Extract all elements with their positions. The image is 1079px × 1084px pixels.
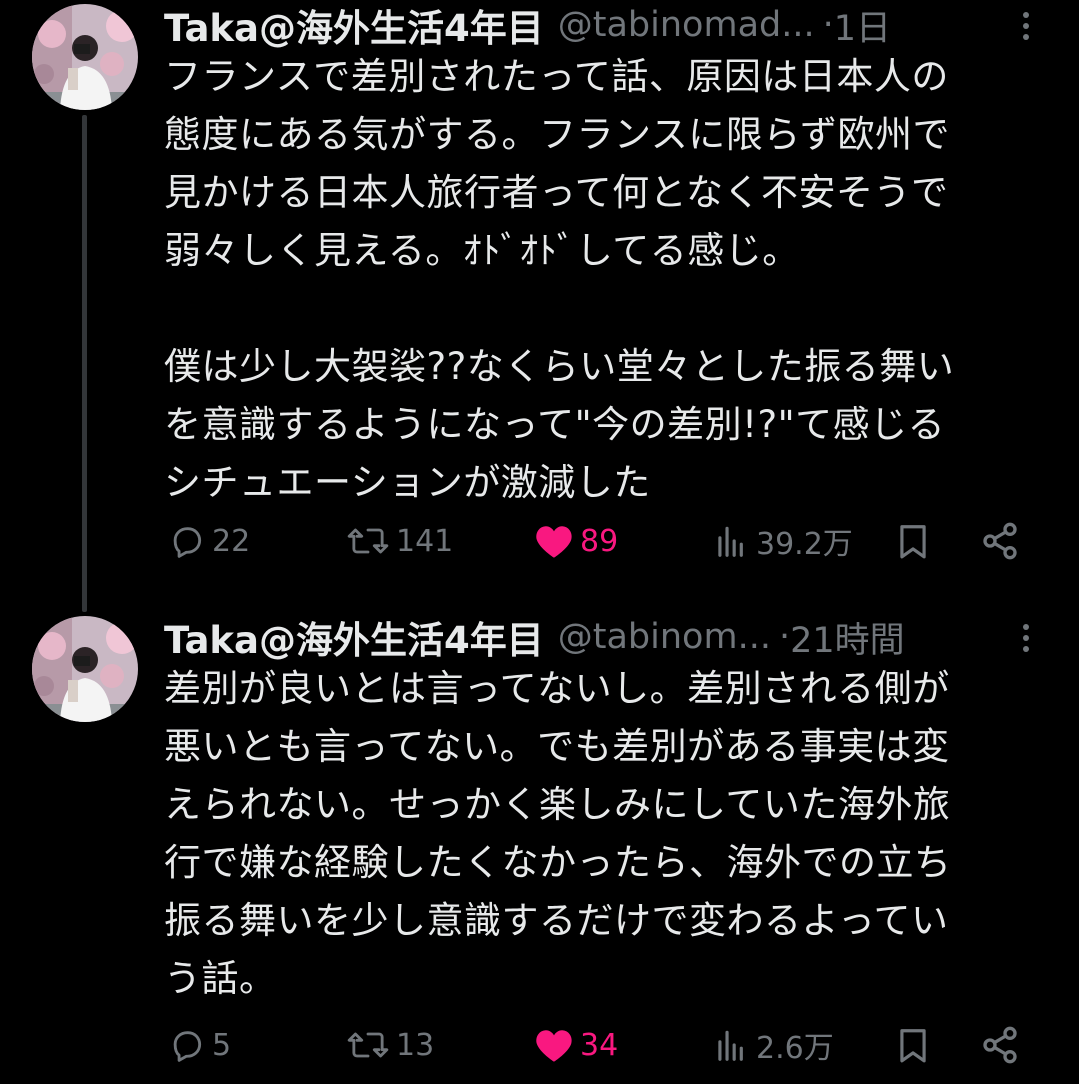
reply-button[interactable]: 5 xyxy=(168,1020,231,1070)
reply-count: 5 xyxy=(212,1027,232,1063)
tweet-actions: 22 141 89 39.2万 xyxy=(164,516,1044,566)
author-handle[interactable]: @tabinom... xyxy=(558,617,771,657)
views-count: 2.6万 xyxy=(756,1031,834,1066)
views-button[interactable]: 39.2万 xyxy=(712,516,853,566)
share-button[interactable] xyxy=(980,516,1020,566)
speech-bubble-icon xyxy=(173,527,202,558)
retweet-arrows-icon xyxy=(347,1032,389,1058)
tweet-1[interactable]: Taka@海外生活4年目 @tabinomad... · 1日 フランスで差別さ… xyxy=(0,0,1079,612)
tweet-2[interactable]: Taka@海外生活4年目 @tabinom... · 21時間 差別が良いとは言… xyxy=(0,612,1079,1084)
more-vertical-icon[interactable] xyxy=(1016,12,1036,52)
retweet-count: 13 xyxy=(396,1027,435,1063)
bookmark-icon xyxy=(900,525,926,559)
bookmark-button[interactable] xyxy=(894,516,932,566)
tweet-header: Taka@海外生活4年目 @tabinom... · 21時間 xyxy=(164,612,905,662)
tweet-time[interactable]: 1日 xyxy=(834,0,891,51)
reply-button[interactable]: 22 xyxy=(168,516,250,566)
views-button[interactable]: 2.6万 xyxy=(712,1020,834,1070)
time-separator: · xyxy=(822,5,834,45)
retweet-button[interactable]: 13 xyxy=(346,1020,434,1070)
time-separator: · xyxy=(778,617,791,657)
share-button[interactable] xyxy=(980,1020,1020,1070)
bookmark-icon xyxy=(900,1029,926,1063)
reply-count: 22 xyxy=(212,523,251,559)
author-name[interactable]: Taka@海外生活4年目 xyxy=(164,0,544,52)
like-button[interactable]: 89 xyxy=(534,516,618,566)
tweet-text: 差別が良いとは言ってないし。差別される側が 悪いとも言ってない。でも差別がある事… xyxy=(164,667,952,1000)
retweet-button[interactable]: 141 xyxy=(346,516,453,566)
bar-chart-icon xyxy=(718,526,743,557)
speech-bubble-icon xyxy=(173,1031,202,1062)
like-count: 89 xyxy=(580,523,619,559)
avatar-photo xyxy=(32,616,138,722)
heart-icon xyxy=(536,1030,572,1062)
retweet-count: 141 xyxy=(396,523,454,559)
author-name[interactable]: Taka@海外生活4年目 xyxy=(164,610,544,664)
bookmark-button[interactable] xyxy=(894,1020,932,1070)
share-icon xyxy=(983,522,1017,560)
like-count: 34 xyxy=(580,1027,619,1063)
tweet-header: Taka@海外生活4年目 @tabinomad... · 1日 xyxy=(164,0,891,50)
avatar[interactable] xyxy=(32,616,138,722)
heart-icon xyxy=(536,526,572,558)
tweet-time[interactable]: 21時間 xyxy=(790,612,905,663)
avatar-photo xyxy=(32,4,138,110)
retweet-arrows-icon xyxy=(347,528,389,554)
tweet-text: フランスで差別されたって話、原因は日本人の 態度にある気がする。フランスに限らず… xyxy=(164,55,955,504)
thread-line xyxy=(82,115,87,612)
tweet-actions: 5 13 34 2.6万 xyxy=(164,1020,1044,1070)
author-handle[interactable]: @tabinomad... xyxy=(558,5,815,45)
views-count: 39.2万 xyxy=(756,527,853,562)
share-icon xyxy=(983,1026,1017,1064)
bar-chart-icon xyxy=(718,1030,743,1061)
like-button[interactable]: 34 xyxy=(534,1020,618,1070)
avatar[interactable] xyxy=(32,4,138,110)
more-vertical-icon[interactable] xyxy=(1016,624,1036,664)
